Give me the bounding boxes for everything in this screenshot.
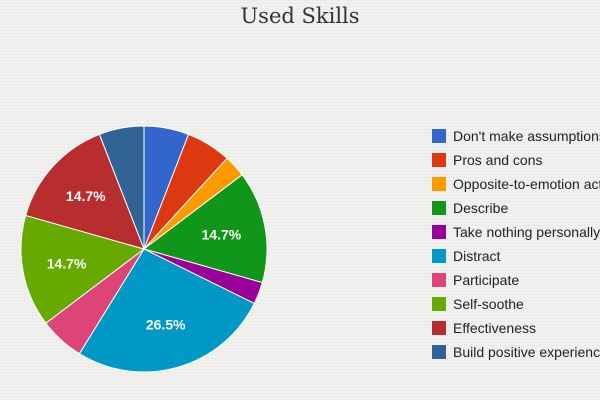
legend-item[interactable]: Opposite-to-emotion action [432,172,600,196]
legend-swatch [432,225,446,239]
legend-item[interactable]: Self-soothe [432,292,600,316]
legend-swatch [432,153,446,167]
pie-slice-label: 26.5% [146,317,186,333]
legend-item[interactable]: Distract [432,244,600,268]
legend-swatch [432,273,446,287]
legend-label: Effectiveness [453,320,537,336]
legend-item[interactable]: Participate [432,268,600,292]
pie-slice-label: 14.7% [66,188,106,204]
legend-swatch [432,249,446,263]
legend-swatch [432,201,446,215]
legend-swatch [432,177,446,191]
legend-label: Self-soothe [453,296,524,312]
legend-label: Describe [453,200,509,216]
pie-slice-label: 14.7% [202,226,242,242]
legend-swatch [432,321,446,335]
legend-item[interactable]: Don't make assumptions [432,124,600,148]
legend-label: Distract [453,248,501,264]
legend-item[interactable]: Describe [432,196,600,220]
legend-label: Participate [453,272,520,288]
legend-label: Opposite-to-emotion action [453,176,600,192]
legend-label: Build positive experiences [453,344,600,360]
legend-label: Take nothing personally [453,224,600,240]
legend-swatch [432,129,446,143]
legend: Don't make assumptions Pros and cons Oppos… [432,124,600,364]
legend-item[interactable]: Effectiveness [432,316,600,340]
legend-item[interactable]: Take nothing personally [432,220,600,244]
pie-slices [20,125,268,373]
legend-item[interactable]: Build positive experiences [432,340,600,364]
legend-label: Pros and cons [453,152,543,168]
legend-swatch [432,297,446,311]
legend-swatch [432,345,446,359]
legend-label: Don't make assumptions [453,128,600,144]
pie-slice-label: 14.7% [47,256,87,272]
legend-item[interactable]: Pros and cons [432,148,600,172]
